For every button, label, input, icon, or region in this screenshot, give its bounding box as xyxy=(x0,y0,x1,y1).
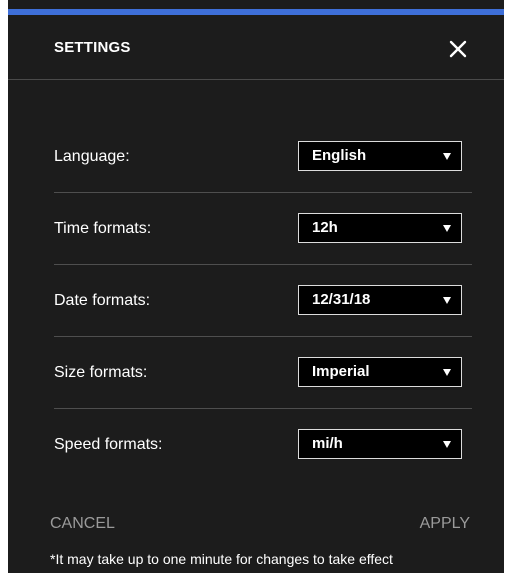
effect-delay-note: *It may take up to one minute for change… xyxy=(50,551,393,567)
close-button[interactable] xyxy=(444,35,472,63)
size-formats-select[interactable]: Imperial xyxy=(298,357,462,387)
speed-formats-label: Speed formats: xyxy=(54,436,163,453)
caret-down-icon xyxy=(443,153,451,160)
date-formats-select[interactable]: 12/31/18 xyxy=(298,285,462,315)
settings-dialog: SETTINGS Language: English Time formats:… xyxy=(8,0,504,573)
caret-down-icon xyxy=(443,369,451,376)
setting-row-time-formats: Time formats: 12h xyxy=(54,193,472,265)
setting-row-size-formats: Size formats: Imperial xyxy=(54,337,472,409)
dialog-header: SETTINGS xyxy=(8,15,504,80)
caret-down-icon xyxy=(443,297,451,304)
time-formats-select[interactable]: 12h xyxy=(298,213,462,243)
caret-down-icon xyxy=(443,441,451,448)
time-formats-value: 12h xyxy=(312,219,338,236)
close-icon xyxy=(449,40,467,58)
date-formats-label: Date formats: xyxy=(54,292,151,309)
language-select[interactable]: English xyxy=(298,141,462,171)
cancel-button[interactable]: CANCEL xyxy=(50,515,115,533)
speed-formats-value: mi/h xyxy=(312,435,343,452)
size-formats-label: Size formats: xyxy=(54,364,148,381)
language-label: Language: xyxy=(54,148,130,165)
size-formats-value: Imperial xyxy=(312,363,370,380)
apply-button[interactable]: APPLY xyxy=(420,515,470,533)
setting-row-date-formats: Date formats: 12/31/18 xyxy=(54,265,472,337)
setting-row-language: Language: English xyxy=(54,121,472,193)
dialog-title: SETTINGS xyxy=(54,39,131,56)
language-value: English xyxy=(312,147,367,164)
caret-down-icon xyxy=(443,225,451,232)
speed-formats-select[interactable]: mi/h xyxy=(298,429,462,459)
time-formats-label: Time formats: xyxy=(54,220,152,237)
date-formats-value: 12/31/18 xyxy=(312,291,371,308)
setting-row-speed-formats: Speed formats: mi/h xyxy=(54,409,472,481)
